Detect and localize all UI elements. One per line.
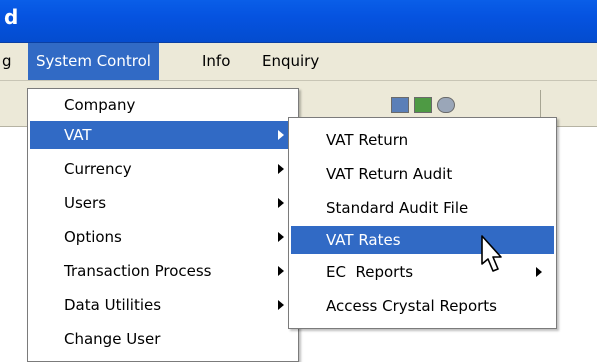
menu-item-label: Change User xyxy=(64,330,161,348)
menu-item-label: VAT Rates xyxy=(326,231,401,249)
menu-item-label: EC Reports xyxy=(326,263,414,281)
menubar-item-system-control[interactable]: System Control xyxy=(28,43,159,80)
menu-item-ec-reports[interactable]: EC Reports xyxy=(291,258,554,286)
menu-item-vat-return[interactable]: VAT Return xyxy=(291,126,554,154)
submenu-arrow-icon xyxy=(278,130,284,140)
menu-item-options[interactable]: Options xyxy=(30,223,296,251)
submenu-arrow-icon xyxy=(278,232,284,242)
menu-item-users[interactable]: Users xyxy=(30,189,296,217)
menu-item-access-crystal-reports[interactable]: Access Crystal Reports xyxy=(291,292,554,320)
menu-item-label: Access Crystal Reports xyxy=(326,297,497,315)
window-icon[interactable] xyxy=(391,97,409,113)
menu-item-standard-audit-file[interactable]: Standard Audit File xyxy=(291,194,554,222)
menu-item-label: Currency xyxy=(64,160,132,178)
menu-item-label: VAT Return xyxy=(326,131,409,149)
menu-item-transaction-process[interactable]: Transaction Process xyxy=(30,257,296,285)
menu-item-label: Options xyxy=(64,228,122,246)
menubar-item-info[interactable]: Info xyxy=(194,43,238,80)
menu-item-label: Users xyxy=(64,194,107,212)
submenu-arrow-icon xyxy=(278,164,284,174)
menu-item-label: VAT Return Audit xyxy=(326,165,453,183)
menu-item-label: Transaction Process xyxy=(64,262,212,280)
menubar-item-enquiry[interactable]: Enquiry xyxy=(254,43,327,80)
menu-item-data-utilities[interactable]: Data Utilities xyxy=(30,291,296,319)
menu-item-label: Data Utilities xyxy=(64,296,162,314)
window-title: d xyxy=(4,5,19,29)
menu-item-label: VAT xyxy=(64,126,92,144)
menu-item-currency[interactable]: Currency xyxy=(30,155,296,183)
title-bar: d xyxy=(0,0,597,43)
toolbar-separator xyxy=(540,90,541,120)
menubar-item-partial[interactable]: g xyxy=(0,43,20,80)
gear-icon[interactable] xyxy=(437,97,455,113)
menu-item-vat[interactable]: VAT xyxy=(30,121,296,149)
green-grid-icon[interactable] xyxy=(414,97,432,113)
menu-item-vat-rates[interactable]: VAT Rates xyxy=(291,226,554,254)
submenu-arrow-icon xyxy=(278,300,284,310)
menu-item-vat-return-audit[interactable]: VAT Return Audit xyxy=(291,160,554,188)
mouse-pointer-icon xyxy=(481,235,502,272)
vat-submenu: VAT Return VAT Return Audit Standard Aud… xyxy=(288,117,557,329)
submenu-arrow-icon xyxy=(278,266,284,276)
menu-item-company[interactable]: Company xyxy=(30,91,296,119)
menu-bar: g System Control Info Enquiry xyxy=(0,43,597,81)
menu-item-label: Standard Audit File xyxy=(326,199,469,217)
submenu-arrow-icon xyxy=(278,198,284,208)
menu-item-change-user[interactable]: Change User xyxy=(30,325,296,353)
menu-item-label: Company xyxy=(64,96,136,114)
submenu-arrow-icon xyxy=(536,267,542,277)
system-control-menu: Company VAT Currency Users Options Trans… xyxy=(27,88,299,362)
